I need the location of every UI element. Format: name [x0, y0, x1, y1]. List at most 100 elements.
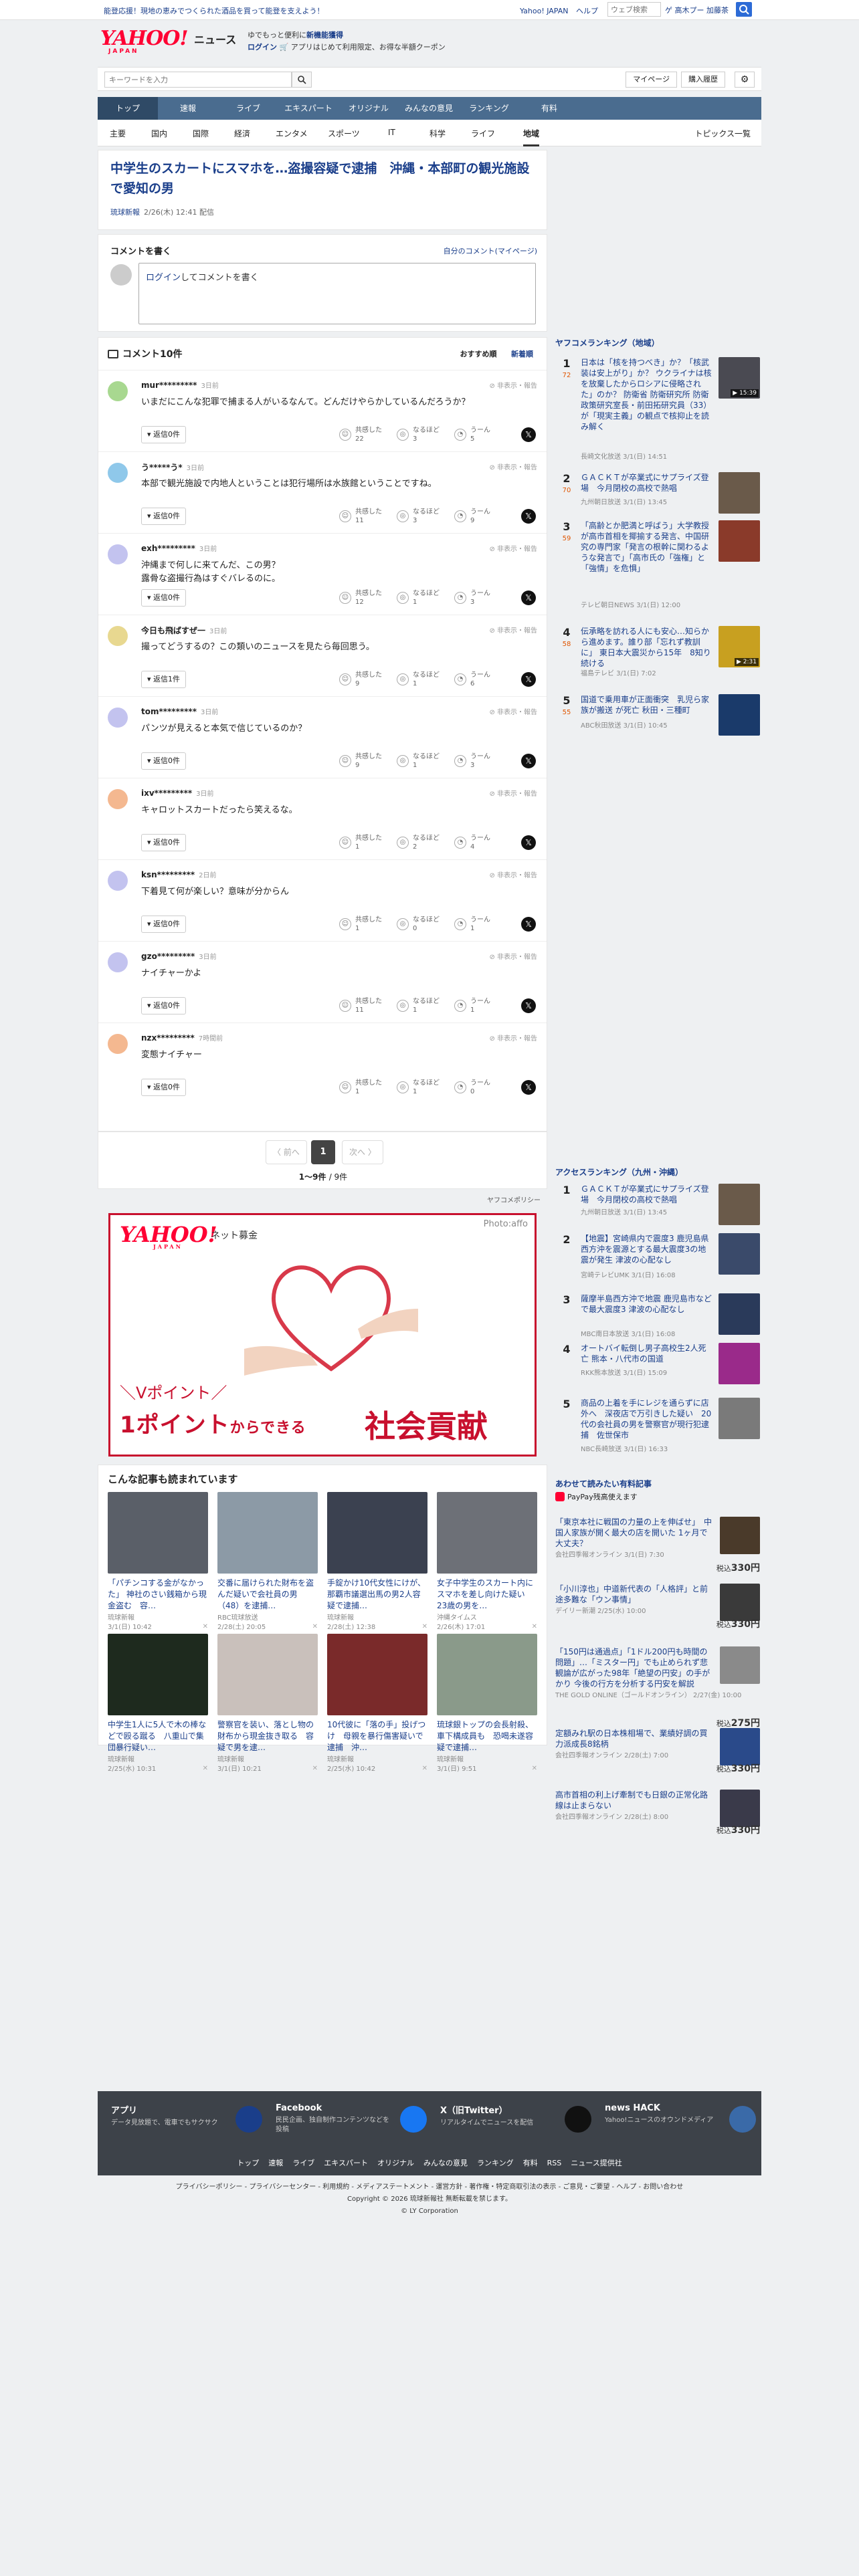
commenter-name-text[interactable]: う*****う*	[141, 463, 183, 472]
comment-login-link[interactable]: ログイン	[146, 273, 181, 283]
article-title[interactable]: 中学生のスカートにスマホを…盗撮容疑で逮捕 沖縄・本部町の観光施設で愛知の男	[110, 158, 539, 199]
rank-title[interactable]: 商品の上着を手にレジを通らずに店外へ 深夜店で万引きした疑い 20代の会社員の男…	[581, 1398, 712, 1440]
reaction-2[interactable]: ◔ うーん 1	[454, 997, 512, 1016]
reaction-2[interactable]: ◔ うーん 0	[454, 1079, 512, 1097]
related-title[interactable]: 女子中学生のスカート内にスマホを差し向けた疑い 23歳の男を…	[437, 1578, 537, 1612]
commenter-name[interactable]: nzx********* 7時間前	[141, 1033, 223, 1043]
access-ranking-item[interactable]: 5 商品の上着を手にレジを通らずに店外へ 深夜店で万引きした疑い 20代の会社員の…	[555, 1398, 761, 1454]
hide-report-link[interactable]: ⊘ 非表示・報告	[489, 1033, 537, 1043]
rank-thumbnail[interactable]	[719, 1293, 760, 1335]
related-thumbnail[interactable]	[217, 1634, 318, 1715]
rank-thumbnail[interactable]	[719, 1184, 760, 1225]
rank-title[interactable]: 伝承略を訪れる人にも安心…知らから進めます。誰り部「忘れず教訓に」 東日本大震災…	[581, 626, 712, 669]
prev-page-button[interactable]: 〈 前へ	[266, 1140, 307, 1164]
mypage-button[interactable]: マイページ	[626, 72, 677, 88]
paid-article-item[interactable]: 「150円は通過点」「1ドル200円も時間の問題」…「ミスター円」でも止められず…	[555, 1646, 761, 1729]
paid-article-item[interactable]: 「東京本社に戦国の力量の上を伸ばせ」 中国人家族が開く最大の店を開いた 1ヶ月で…	[555, 1517, 761, 1574]
reaction-1[interactable]: ◎ なるほど 3	[397, 426, 454, 445]
footer-col[interactable]: news HACK Yahoo!ニュースのオウンドメディア	[605, 2103, 765, 2143]
nav-tab-6[interactable]: ランキング	[459, 97, 519, 120]
rank-title[interactable]: オートバイ転倒し男子高校生2人死亡 熊本・八代市の国道	[581, 1343, 712, 1364]
commenter-name-text[interactable]: nzx*********	[141, 1033, 195, 1043]
footer-nav-item[interactable]: ニュース提供社	[571, 2159, 622, 2167]
related-card[interactable]: 中学生1人に5人で木の棒などで殴る蹴る 八重山で集団暴行疑い… 琉球新報 2/25(…	[108, 1634, 208, 1773]
nav-tab-7[interactable]: 有料	[519, 97, 579, 120]
comment-ranking-title[interactable]: ヤフコメランキング（地域）	[555, 337, 660, 348]
close-icon[interactable]: ✕	[532, 1765, 537, 1772]
paid-article-item[interactable]: 定額みれ駅の日本株相場で、業績好調の買力派成長8銘柄 会社四季報オンライン 2/2…	[555, 1728, 761, 1774]
rank-title[interactable]: 「高齢とか肥満と呼ばう」大学教授が高市首相を揶揄する発言、中国研究の専門家「発言…	[581, 520, 712, 574]
paid-title[interactable]: 「150円は通過点」「1ドル200円も時間の問題」…「ミスター円」でも止められず…	[555, 1646, 713, 1689]
reaction-0[interactable]: ☺ 共感した 1	[339, 1079, 397, 1097]
reaction-0[interactable]: ☺ 共感した 9	[339, 671, 397, 689]
rank-thumbnail[interactable]	[719, 472, 760, 514]
related-card[interactable]: 10代彼に「落の手」投げつけ 母親を暴行傷害疑いで逮捕 沖… 琉球新報 2/25(水…	[327, 1634, 427, 1773]
web-search-input[interactable]	[607, 2, 661, 17]
commenter-name[interactable]: う*****う* 3日前	[141, 461, 204, 473]
footer-col[interactable]: Facebook 民民企画、独自制作コンテンツなどを投稿	[276, 2103, 436, 2143]
commenter-avatar[interactable]	[108, 544, 128, 564]
reply-button[interactable]: ▾ 返信0件	[141, 834, 187, 851]
comment-ranking-item[interactable]: 3 59 「高齢とか肥満と呼ばう」大学教授が高市首相を揶揄する発言、中国研究の専門家…	[555, 520, 761, 610]
nav-tab-1[interactable]: 速報	[158, 97, 218, 120]
rank-title[interactable]: ＧＡＣＫＴが卒業式にサプライズ登場 今月閉校の高校で熱唱	[581, 472, 712, 494]
reply-button[interactable]: ▾ 返信0件	[141, 426, 187, 443]
commenter-avatar[interactable]	[108, 626, 128, 646]
related-title[interactable]: 中学生1人に5人で木の棒などで殴る蹴る 八重山で集団暴行疑い…	[108, 1719, 208, 1754]
hide-report-link[interactable]: ⊘ 非表示・報告	[489, 951, 537, 961]
related-thumbnail[interactable]	[108, 1634, 208, 1715]
paid-title[interactable]: 高市首相の利上げ牽制でも日銀の正常化路線は止まらない	[555, 1790, 713, 1811]
related-card[interactable]: 「パチンコする金がなかった」 神社のさい銭箱から現金盗む 容… 琉球新報 3/1(日…	[108, 1492, 208, 1631]
close-icon[interactable]: ✕	[422, 1623, 427, 1630]
reaction-2[interactable]: ◔ うーん 9	[454, 508, 512, 526]
category-tab-8[interactable]: ライフ	[471, 128, 495, 139]
footer-nav-item[interactable]: みんなの意見	[423, 2159, 468, 2167]
reply-button[interactable]: ▾ 返信0件	[141, 1079, 187, 1096]
purchase-history-button[interactable]: 購入履歴	[681, 72, 725, 88]
category-tab-4[interactable]: エンタメ	[276, 128, 308, 139]
yahoo-news-logo[interactable]: YAHOO! JAPAN ニュース	[100, 27, 236, 56]
x-share-icon[interactable]: 𝕏	[521, 509, 536, 524]
reaction-2[interactable]: ◔ うーん 5	[454, 426, 512, 445]
nav-tab-5[interactable]: みんなの意見	[399, 97, 459, 120]
commenter-name[interactable]: gzo********* 3日前	[141, 951, 217, 961]
commenter-avatar[interactable]	[108, 463, 128, 483]
commenter-avatar[interactable]	[108, 952, 128, 972]
footer-col[interactable]: アプリ データ見放題で、電車でもサクサク	[111, 2103, 272, 2143]
access-ranking-item[interactable]: 4 オートバイ転倒し男子高校生2人死亡 熊本・八代市の国道 RKK熊本放送 3/1(…	[555, 1343, 761, 1384]
footer-nav-item[interactable]: オリジナル	[377, 2159, 414, 2167]
comment-ranking-item[interactable]: 5 55 国道で乗用車が正面衝突 乳児ら家族が搬送 が死亡 秋田・三種町 ABC秋田放…	[555, 694, 761, 736]
app-icon[interactable]	[235, 2106, 262, 2133]
commenter-avatar[interactable]	[108, 1034, 128, 1054]
related-card[interactable]: 女子中学生のスカート内にスマホを差し向けた疑い 23歳の男を… 沖縄タイムス 2/2…	[437, 1492, 537, 1631]
footer-nav-item[interactable]: 速報	[268, 2159, 283, 2167]
commenter-name-text[interactable]: 今日も飛ばすぜ一	[141, 626, 205, 635]
login-link[interactable]: ログイン	[248, 43, 277, 51]
related-title[interactable]: 警察官を装い、落とし物の財布から現金抜き取る 容疑で男を逮…	[217, 1719, 318, 1754]
nav-tab-4[interactable]: オリジナル	[339, 97, 399, 120]
category-tab-7[interactable]: 科学	[430, 128, 446, 139]
category-tab-9[interactable]: 地域	[523, 128, 540, 146]
reaction-1[interactable]: ◎ なるほど 1	[397, 589, 454, 608]
reply-button[interactable]: ▾ 返信0件	[141, 752, 187, 770]
reply-button[interactable]: ▾ 返信1件	[141, 671, 187, 688]
header-msg-bold[interactable]: 新機能獲得	[306, 31, 343, 39]
paid-thumbnail[interactable]	[720, 1584, 760, 1621]
paid-articles-title[interactable]: あわせて読みたい有料記事	[555, 1478, 652, 1489]
rank-title[interactable]: 日本は「核を持つべき」か？「核武装は安上がり」か？ ウクライナは核を放棄したから…	[581, 357, 712, 432]
commenter-avatar[interactable]	[108, 789, 128, 809]
related-card[interactable]: 手錠かけ10代女性にけが、那覇市議選出馬の男2人容疑で逮捕… 琉球新報 2/28(土…	[327, 1492, 427, 1631]
comment-ranking-item[interactable]: 4 58 伝承略を訪れる人にも安心…知らから進めます。誰り部「忘れず教訓に」 東日本…	[555, 626, 761, 678]
hide-report-link[interactable]: ⊘ 非表示・報告	[489, 788, 537, 798]
reaction-1[interactable]: ◎ なるほど 1	[397, 752, 454, 771]
footer-nav-item[interactable]: ライブ	[292, 2159, 314, 2167]
rank-title[interactable]: 国道で乗用車が正面衝突 乳児ら家族が搬送 が死亡 秋田・三種町	[581, 694, 712, 716]
keyword-search-button[interactable]	[292, 72, 312, 88]
related-card[interactable]: 交番に届けられた財布を盗んだ疑いで会社員の男（48）を逮捕… RBC琉球放送 2/2…	[217, 1492, 318, 1631]
footer-nav-item[interactable]: RSS	[547, 2159, 562, 2167]
comment-policy-link[interactable]: ヤフコメポリシー	[487, 1194, 541, 1204]
x-share-icon[interactable]: 𝕏	[521, 754, 536, 768]
access-ranking-item[interactable]: 2 【地震】宮崎県内で震度3 鹿児島県西方沖を震源とする最大震度3の地震が発生 津…	[555, 1233, 761, 1280]
commenter-name-text[interactable]: tom*********	[141, 707, 197, 716]
related-title[interactable]: 「パチンコする金がなかった」 神社のさい銭箱から現金盗む 容…	[108, 1578, 208, 1612]
